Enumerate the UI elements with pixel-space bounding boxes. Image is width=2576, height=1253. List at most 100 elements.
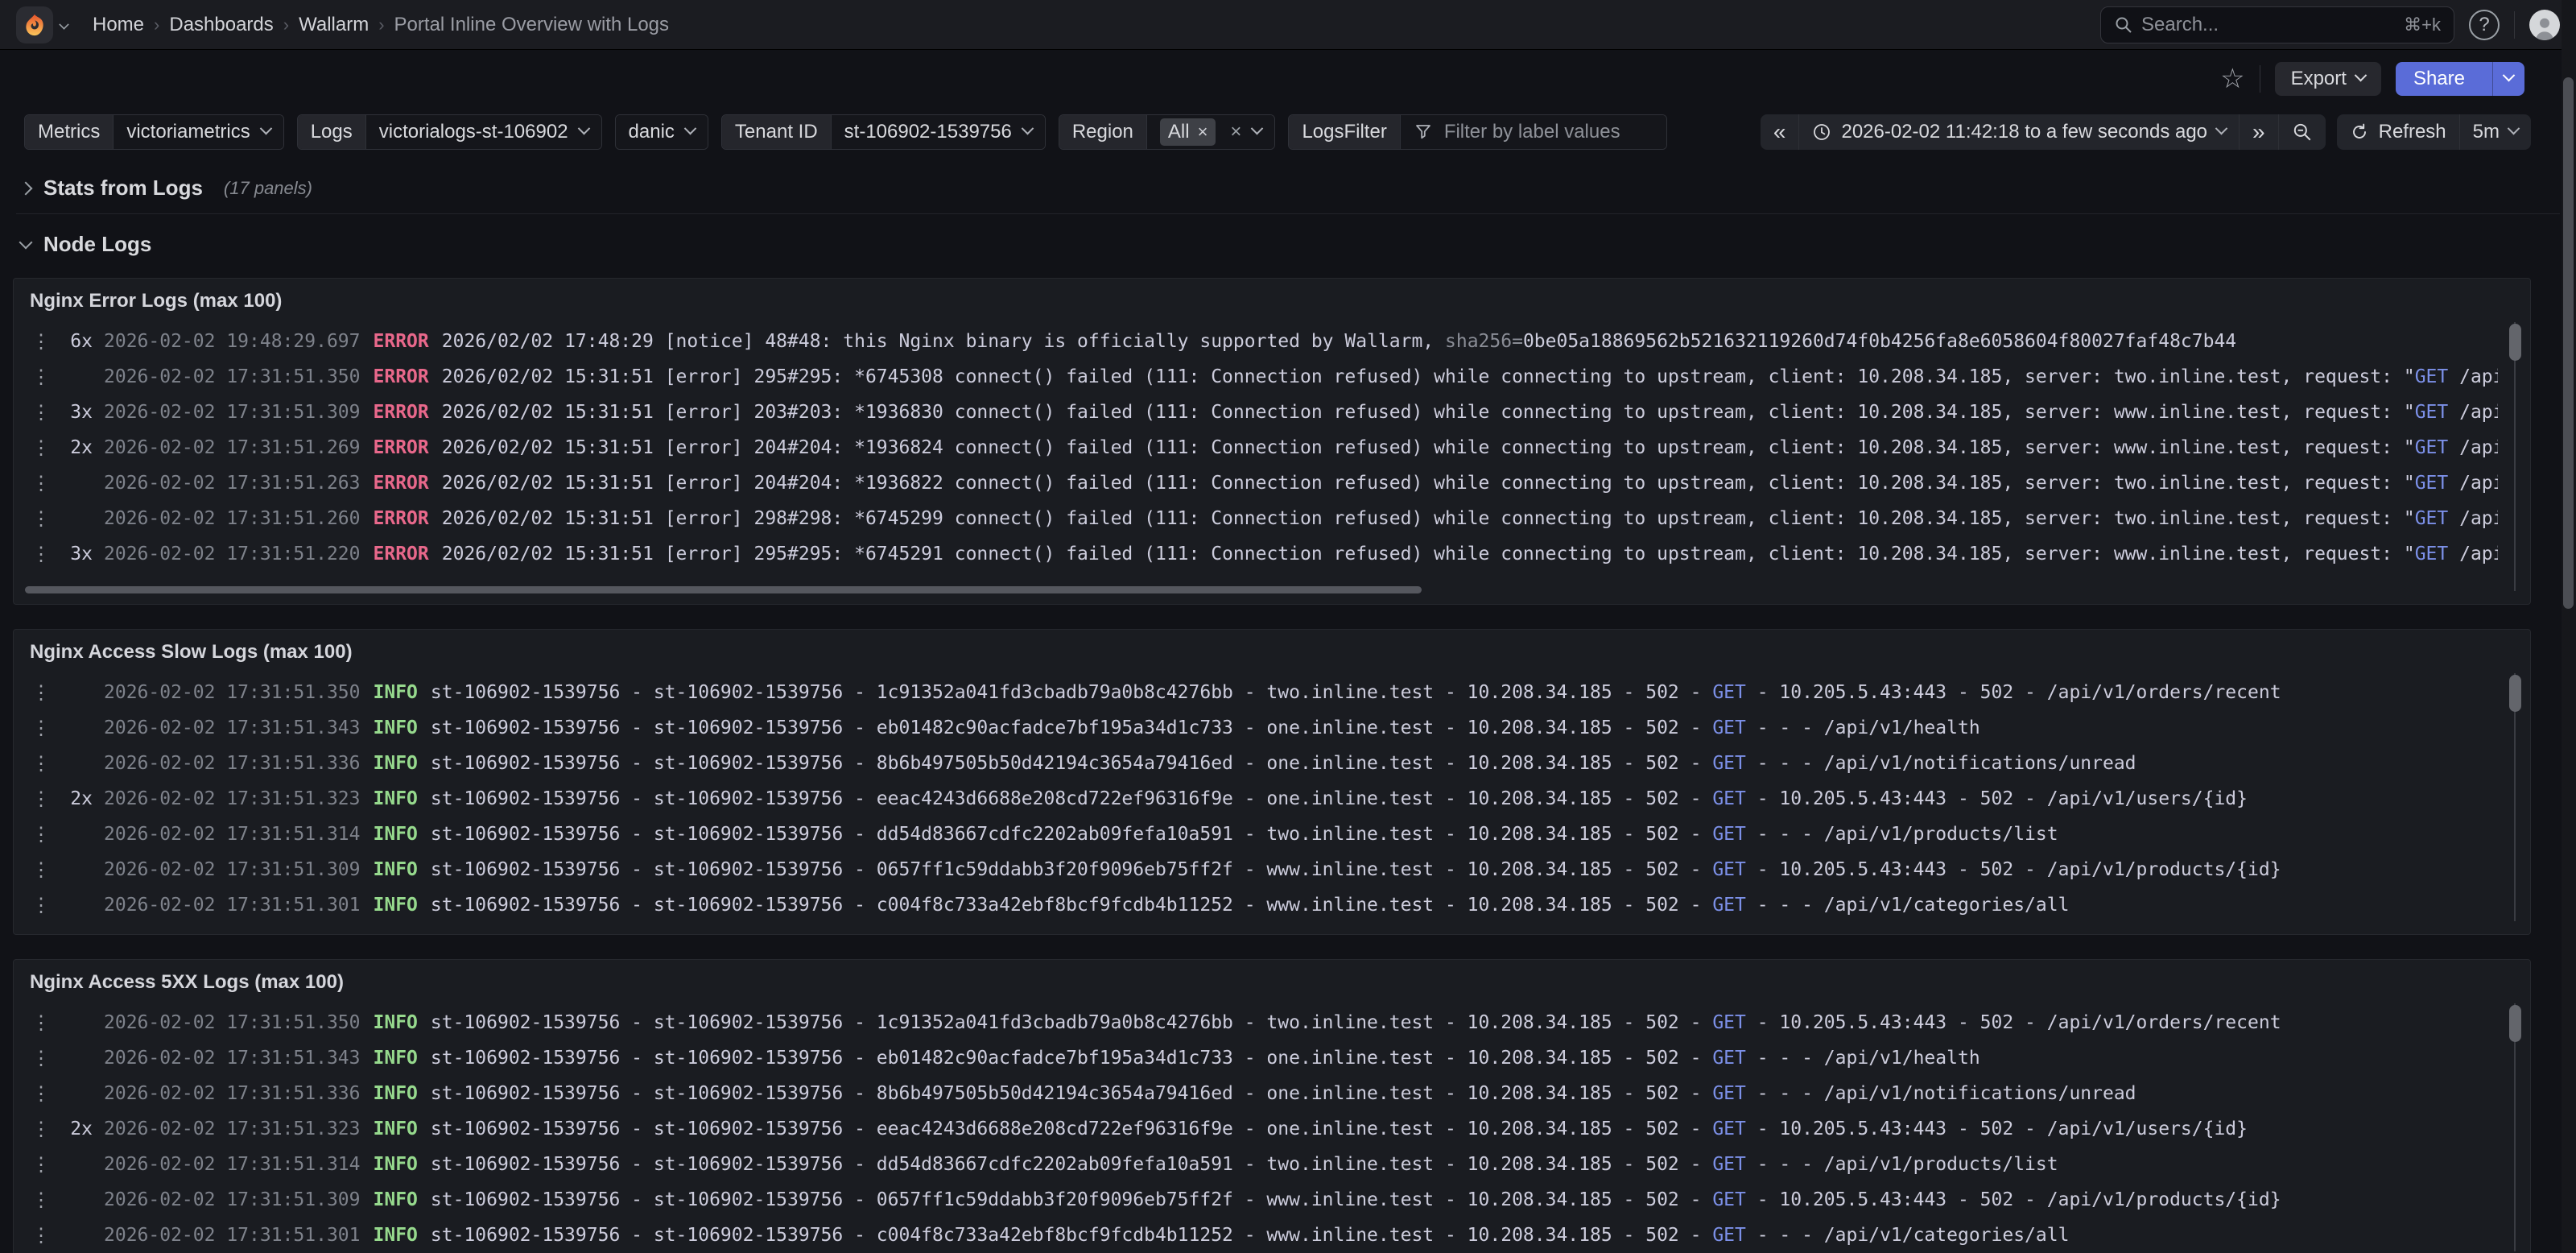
variable-node-select[interactable]: danic bbox=[616, 115, 708, 149]
row-menu-icon[interactable]: ⋮ bbox=[31, 858, 51, 881]
row-menu-icon[interactable]: ⋮ bbox=[31, 717, 51, 739]
zoom-out-time-button[interactable] bbox=[2279, 114, 2326, 150]
log-row[interactable]: ⋮2x2026-02-02 17:31:51.323INFOst-106902-… bbox=[14, 1111, 2498, 1147]
chip-remove-icon[interactable]: × bbox=[1198, 122, 1208, 143]
refresh-interval-value: 5m bbox=[2473, 121, 2500, 143]
log-row[interactable]: ⋮2x2026-02-02 17:31:51.323INFOst-106902-… bbox=[14, 781, 2498, 817]
dashboard-controls: ☆ Export Share bbox=[0, 50, 2576, 108]
panel-scrollbar-thumb[interactable] bbox=[2509, 324, 2521, 361]
clear-selection-icon[interactable]: × bbox=[1230, 121, 1241, 143]
log-text: - - - /api/v1/products/list bbox=[1746, 1154, 2058, 1175]
horizontal-scrollbar[interactable] bbox=[25, 586, 2519, 594]
page-scrollbar-thumb[interactable] bbox=[2563, 77, 2574, 609]
time-shift-forward-button[interactable]: » bbox=[2240, 114, 2279, 150]
row-menu-icon[interactable]: ⋮ bbox=[31, 1118, 51, 1140]
export-button[interactable]: Export bbox=[2275, 62, 2381, 96]
variable-metrics-select[interactable]: victoriametrics bbox=[114, 115, 283, 149]
row-menu-icon[interactable]: ⋮ bbox=[31, 543, 51, 565]
row-menu-icon[interactable]: ⋮ bbox=[31, 681, 51, 704]
share-menu-button[interactable] bbox=[2492, 62, 2524, 96]
log-text: st-106902-1539756 - st-106902-1539756 - … bbox=[431, 682, 1712, 703]
time-shift-back-button[interactable]: « bbox=[1761, 114, 1800, 150]
row-menu-icon[interactable]: ⋮ bbox=[31, 1082, 51, 1105]
row-menu-icon[interactable]: ⋮ bbox=[31, 894, 51, 916]
log-timestamp: 2026-02-02 17:31:51.309 bbox=[104, 1189, 361, 1210]
log-row[interactable]: ⋮2026-02-02 17:31:51.336INFOst-106902-15… bbox=[14, 1076, 2498, 1111]
row-menu-icon[interactable]: ⋮ bbox=[31, 507, 51, 530]
log-line: 2026-02-02 17:31:51.269ERROR2026/02/02 1… bbox=[104, 437, 2498, 458]
horizontal-scrollbar-thumb[interactable] bbox=[25, 586, 1422, 593]
variable-tenant-id-select[interactable]: st-106902-1539756 bbox=[832, 115, 1045, 149]
refresh-button[interactable]: Refresh bbox=[2337, 114, 2460, 150]
row-title: Stats from Logs bbox=[43, 176, 203, 201]
log-timestamp: 2026-02-02 17:31:51.343 bbox=[104, 717, 361, 738]
log-text: - - - /api/v1/products/list bbox=[1746, 824, 2058, 845]
log-row[interactable]: ⋮2026-02-02 17:31:51.309INFOst-106902-15… bbox=[14, 852, 2498, 887]
log-row[interactable]: ⋮2026-02-02 17:31:51.301INFOst-106902-15… bbox=[14, 887, 2498, 923]
refresh-interval-select[interactable]: 5m bbox=[2460, 114, 2531, 150]
breadcrumb-folder[interactable]: Wallarm bbox=[299, 14, 369, 36]
log-row[interactable]: ⋮2026-02-02 17:31:51.263ERROR2026/02/02 … bbox=[14, 465, 2498, 501]
log-line: 2026-02-02 17:31:51.323INFOst-106902-153… bbox=[104, 788, 2498, 809]
panel-scrollbar-thumb[interactable] bbox=[2509, 675, 2521, 712]
log-text: GET bbox=[2415, 402, 2449, 423]
user-avatar[interactable] bbox=[2529, 10, 2560, 40]
log-row[interactable]: ⋮2026-02-02 17:31:51.301INFOst-106902-15… bbox=[14, 1218, 2498, 1253]
logsfilter-input[interactable]: Filter by label values bbox=[1401, 115, 1666, 149]
log-row[interactable]: ⋮2026-02-02 17:31:51.350INFOst-106902-15… bbox=[14, 1005, 2498, 1040]
row-node-logs[interactable]: Node Logs bbox=[16, 219, 2560, 270]
row-menu-icon[interactable]: ⋮ bbox=[31, 1224, 51, 1247]
log-row[interactable]: ⋮2026-02-02 17:31:51.314INFOst-106902-15… bbox=[14, 1147, 2498, 1182]
variables-bar: Metrics victoriametrics Logs victorialog… bbox=[0, 108, 2576, 158]
search-input[interactable]: Search... ⌘+k bbox=[2100, 6, 2454, 43]
variable-logs-select[interactable]: victorialogs-st-106902 bbox=[366, 115, 601, 149]
log-text: 2026/02/02 15:31:51 [error] 298#298: *67… bbox=[442, 508, 2415, 529]
log-row[interactable]: ⋮2026-02-02 17:31:51.343INFOst-106902-15… bbox=[14, 1040, 2498, 1076]
log-timestamp: 2026-02-02 17:31:51.350 bbox=[104, 682, 361, 703]
share-button[interactable]: Share bbox=[2396, 62, 2483, 96]
variable-region-select[interactable]: All × × bbox=[1147, 115, 1275, 149]
row-menu-icon[interactable]: ⋮ bbox=[31, 472, 51, 494]
panel-header[interactable]: Nginx Error Logs (max 100) bbox=[14, 279, 2530, 317]
row-menu-icon[interactable]: ⋮ bbox=[31, 401, 51, 424]
row-stats-from-logs[interactable]: Stats from Logs (17 panels) bbox=[16, 163, 2560, 214]
row-menu-icon[interactable]: ⋮ bbox=[31, 330, 51, 353]
row-menu-icon[interactable]: ⋮ bbox=[31, 1011, 51, 1034]
row-menu-icon[interactable]: ⋮ bbox=[31, 1153, 51, 1176]
log-row[interactable]: ⋮6x2026-02-02 19:48:29.697ERROR2026/02/0… bbox=[14, 324, 2498, 359]
row-menu-icon[interactable]: ⋮ bbox=[31, 1189, 51, 1211]
log-row[interactable]: ⋮3x2026-02-02 17:31:51.220ERROR2026/02/0… bbox=[14, 536, 2498, 572]
export-label: Export bbox=[2291, 68, 2347, 90]
log-text: - 10.205.5.43:443 - 502 - /api/v1/orders… bbox=[1746, 1012, 2281, 1033]
log-row[interactable]: ⋮2026-02-02 17:31:51.314INFOst-106902-15… bbox=[14, 817, 2498, 852]
region-chip[interactable]: All × bbox=[1160, 118, 1216, 146]
row-menu-icon[interactable]: ⋮ bbox=[31, 1047, 51, 1069]
help-button[interactable]: ? bbox=[2469, 10, 2500, 40]
log-row[interactable]: ⋮2026-02-02 17:31:51.309INFOst-106902-15… bbox=[14, 1182, 2498, 1218]
row-menu-icon[interactable]: ⋮ bbox=[31, 788, 51, 810]
row-menu-icon[interactable]: ⋮ bbox=[31, 366, 51, 388]
panel-header[interactable]: Nginx Access Slow Logs (max 100) bbox=[14, 630, 2530, 668]
breadcrumb-dashboards[interactable]: Dashboards bbox=[169, 14, 273, 36]
log-row[interactable]: ⋮2026-02-02 17:31:51.350ERROR2026/02/02 … bbox=[14, 359, 2498, 395]
grafana-logo-button[interactable] bbox=[16, 6, 68, 43]
log-row[interactable]: ⋮2026-02-02 17:31:51.343INFOst-106902-15… bbox=[14, 710, 2498, 746]
log-text: st-106902-1539756 - st-106902-1539756 - … bbox=[431, 1225, 1712, 1246]
row-menu-icon[interactable]: ⋮ bbox=[31, 752, 51, 775]
page-scrollbar[interactable] bbox=[2562, 0, 2576, 1253]
log-row[interactable]: ⋮2x2026-02-02 17:31:51.269ERROR2026/02/0… bbox=[14, 430, 2498, 465]
log-row[interactable]: ⋮2026-02-02 17:31:51.336INFOst-106902-15… bbox=[14, 746, 2498, 781]
time-range-picker[interactable]: 2026-02-02 11:42:18 to a few seconds ago bbox=[1799, 114, 2240, 150]
log-text: st-106902-1539756 - st-106902-1539756 - … bbox=[431, 788, 1712, 809]
row-menu-icon[interactable]: ⋮ bbox=[31, 436, 51, 459]
row-menu-icon[interactable]: ⋮ bbox=[31, 823, 51, 846]
log-row[interactable]: ⋮2026-02-02 17:31:51.260ERROR2026/02/02 … bbox=[14, 501, 2498, 536]
panel-header[interactable]: Nginx Access 5XX Logs (max 100) bbox=[14, 960, 2530, 999]
log-level: INFO bbox=[374, 1119, 418, 1139]
log-row[interactable]: ⋮2026-02-02 17:31:51.350INFOst-106902-15… bbox=[14, 675, 2498, 710]
panel-scrollbar-thumb[interactable] bbox=[2509, 1005, 2521, 1042]
favorite-button[interactable]: ☆ bbox=[2220, 65, 2244, 93]
breadcrumb-home[interactable]: Home bbox=[93, 14, 144, 36]
log-row[interactable]: ⋮3x2026-02-02 17:31:51.309ERROR2026/02/0… bbox=[14, 395, 2498, 430]
log-timestamp: 2026-02-02 17:31:51.336 bbox=[104, 753, 361, 774]
